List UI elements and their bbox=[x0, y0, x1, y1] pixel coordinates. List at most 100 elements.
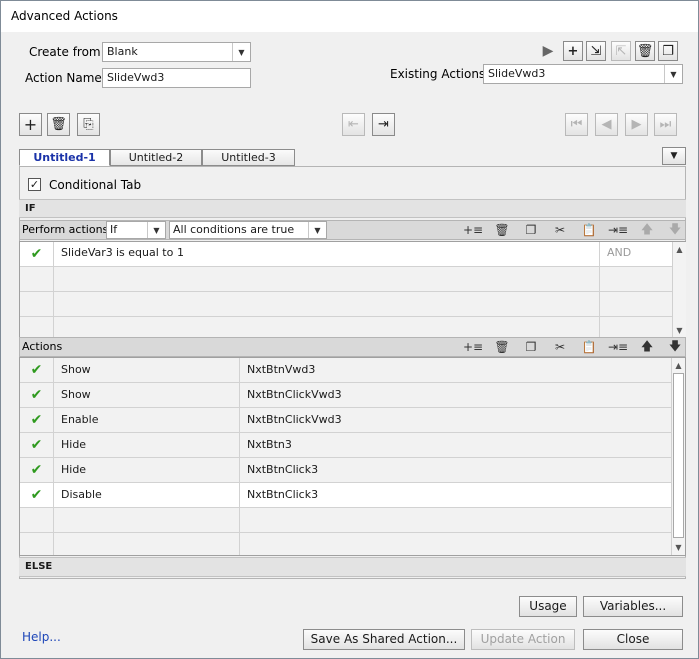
action-type[interactable]: Hide bbox=[61, 463, 86, 476]
duplicate-action-icon[interactable]: ❐ bbox=[658, 41, 678, 61]
scroll-up-icon[interactable]: ▲ bbox=[672, 358, 685, 372]
add-decision-icon[interactable]: + bbox=[19, 113, 42, 136]
insert-action-row-icon[interactable]: ⇥≡ bbox=[608, 339, 628, 355]
action-target[interactable]: NxtBtnClickVwd3 bbox=[247, 388, 342, 401]
insert-condition-icon[interactable]: ⇥≡ bbox=[608, 222, 628, 238]
action-target[interactable]: NxtBtnVwd3 bbox=[247, 363, 315, 376]
action-row[interactable]: ✔ Enable NxtBtnClickVwd3 bbox=[20, 408, 671, 433]
check-icon: ✔ bbox=[20, 408, 54, 432]
column-divider bbox=[239, 358, 240, 382]
first-decision-icon[interactable]: ⏮ bbox=[565, 113, 588, 136]
action-type[interactable]: Disable bbox=[61, 488, 102, 501]
tab-untitled-2[interactable]: Untitled-2 bbox=[110, 149, 202, 166]
move-down-icon[interactable]: 🡇 bbox=[665, 222, 685, 238]
condition-logic[interactable]: AND bbox=[607, 246, 631, 259]
copy-action-row-icon[interactable]: ❐ bbox=[521, 339, 541, 355]
scroll-down-icon[interactable]: ▼ bbox=[673, 323, 686, 337]
action-row[interactable]: ✔ Show NxtBtnClickVwd3 bbox=[20, 383, 671, 408]
action-target[interactable]: NxtBtnClick3 bbox=[247, 463, 318, 476]
check-icon: ✔ bbox=[20, 433, 54, 457]
conditions-mode-select[interactable]: All conditions are true ▼ bbox=[169, 221, 327, 239]
add-condition-icon[interactable]: +≡ bbox=[463, 222, 483, 238]
perform-actions-select[interactable]: If ▼ bbox=[106, 221, 166, 239]
check-icon: ✔ bbox=[20, 383, 54, 407]
add-action-row-icon[interactable]: +≡ bbox=[463, 339, 483, 355]
window-title: Advanced Actions bbox=[11, 9, 118, 23]
if-section-header: IF bbox=[19, 199, 686, 218]
conditions-toolbar: Perform actions: If ▼ All conditions are… bbox=[19, 220, 686, 240]
conditions-scrollbar[interactable]: ▲ ▼ bbox=[672, 242, 686, 337]
scroll-thumb[interactable] bbox=[673, 373, 684, 538]
delete-action-row-icon[interactable]: 🗑 bbox=[492, 339, 512, 355]
tab-untitled-3[interactable]: Untitled-3 bbox=[202, 149, 295, 166]
preview-play-icon[interactable]: ▶ bbox=[538, 41, 558, 61]
cut-condition-icon[interactable]: ✂ bbox=[550, 222, 570, 238]
action-row[interactable]: ✔ Show NxtBtnVwd3 bbox=[20, 358, 671, 383]
action-type[interactable]: Show bbox=[61, 363, 91, 376]
close-button[interactable]: Close bbox=[583, 629, 683, 650]
condition-row-empty[interactable] bbox=[20, 317, 672, 337]
conditional-tab-checkbox[interactable]: ✓ bbox=[28, 178, 41, 191]
condition-operator[interactable]: is equal to bbox=[116, 246, 173, 259]
action-row-empty[interactable] bbox=[20, 508, 671, 533]
scroll-up-icon[interactable]: ▲ bbox=[673, 242, 686, 256]
advanced-actions-dialog: Advanced Actions Create from: Blank ▼ Ac… bbox=[0, 0, 699, 659]
paste-action-row-icon[interactable]: 📋 bbox=[579, 339, 599, 355]
check-icon: ✔ bbox=[20, 242, 54, 266]
condition-row[interactable]: ✔ SlideVar3 is equal to 1 AND bbox=[20, 242, 672, 267]
condition-variable[interactable]: SlideVar3 bbox=[61, 246, 113, 259]
update-action-button[interactable]: Update Action bbox=[471, 629, 575, 650]
check-icon: ✔ bbox=[20, 358, 54, 382]
help-link[interactable]: Help... bbox=[22, 630, 61, 644]
actions-toolbar: Actions +≡ 🗑 ❐ ✂ 📋 ⇥≡ 🡅 🡇 bbox=[19, 337, 686, 357]
add-action-icon[interactable]: + bbox=[563, 41, 583, 61]
chevron-down-icon: ▼ bbox=[308, 222, 326, 238]
action-row[interactable]: ✔ Hide NxtBtnClick3 bbox=[20, 458, 671, 483]
column-divider bbox=[239, 458, 240, 482]
action-row-selected[interactable]: ✔ Disable NxtBtnClick3 bbox=[20, 483, 671, 508]
action-type[interactable]: Show bbox=[61, 388, 91, 401]
last-decision-icon[interactable]: ⏭ bbox=[654, 113, 677, 136]
tabs-menu-icon[interactable]: ▼ bbox=[662, 147, 686, 165]
previous-decision-icon[interactable]: ◀ bbox=[595, 113, 618, 136]
action-row[interactable]: ✔ Hide NxtBtn3 bbox=[20, 433, 671, 458]
actions-scrollbar[interactable]: ▲ ▼ bbox=[671, 358, 685, 555]
move-up-icon[interactable]: 🡅 bbox=[637, 222, 657, 238]
delete-decision-icon[interactable]: 🗑 bbox=[47, 113, 70, 136]
delete-action-icon[interactable]: 🗑 bbox=[635, 41, 655, 61]
action-target[interactable]: NxtBtn3 bbox=[247, 438, 292, 451]
condition-row-empty[interactable] bbox=[20, 267, 672, 292]
move-decision-right-icon[interactable]: ⇥ bbox=[372, 113, 395, 136]
existing-actions-select[interactable]: SlideVwd3 ▼ bbox=[483, 64, 683, 84]
cut-action-row-icon[interactable]: ✂ bbox=[550, 339, 570, 355]
create-from-value: Blank bbox=[107, 45, 138, 58]
copy-condition-icon[interactable]: ❐ bbox=[521, 222, 541, 238]
chevron-down-icon: ▼ bbox=[232, 43, 250, 61]
move-down-icon[interactable]: 🡇 bbox=[665, 339, 685, 355]
variables-button[interactable]: Variables... bbox=[583, 596, 683, 617]
tab-untitled-1[interactable]: Untitled-1 bbox=[19, 149, 110, 166]
action-target[interactable]: NxtBtnClickVwd3 bbox=[247, 413, 342, 426]
import-action-icon[interactable]: ⇲ bbox=[586, 41, 606, 61]
condition-value[interactable]: 1 bbox=[177, 246, 184, 259]
action-type[interactable]: Enable bbox=[61, 413, 98, 426]
move-up-icon[interactable]: 🡅 bbox=[637, 339, 657, 355]
create-from-select[interactable]: Blank ▼ bbox=[102, 42, 251, 62]
next-decision-icon[interactable]: ▶ bbox=[625, 113, 648, 136]
action-target[interactable]: NxtBtnClick3 bbox=[247, 488, 318, 501]
condition-row-empty[interactable] bbox=[20, 292, 672, 317]
action-type[interactable]: Hide bbox=[61, 438, 86, 451]
save-as-shared-action-button[interactable]: Save As Shared Action... bbox=[303, 629, 465, 650]
delete-condition-icon[interactable]: 🗑 bbox=[492, 222, 512, 238]
duplicate-decision-icon[interactable]: ⎘ bbox=[77, 113, 100, 136]
export-action-icon[interactable]: ⇱ bbox=[611, 41, 631, 61]
check-icon: ✔ bbox=[20, 483, 54, 507]
move-decision-left-icon[interactable]: ⇤ bbox=[342, 113, 365, 136]
chevron-down-icon: ▼ bbox=[664, 65, 682, 83]
conditions-grid: ✔ SlideVar3 is equal to 1 AND ▲ ▼ bbox=[19, 241, 686, 338]
paste-condition-icon[interactable]: 📋 bbox=[579, 222, 599, 238]
action-name-input[interactable]: SlideVwd3 bbox=[102, 68, 251, 88]
scroll-down-icon[interactable]: ▼ bbox=[672, 540, 685, 554]
action-row-empty[interactable] bbox=[20, 533, 671, 555]
usage-button[interactable]: Usage bbox=[519, 596, 577, 617]
